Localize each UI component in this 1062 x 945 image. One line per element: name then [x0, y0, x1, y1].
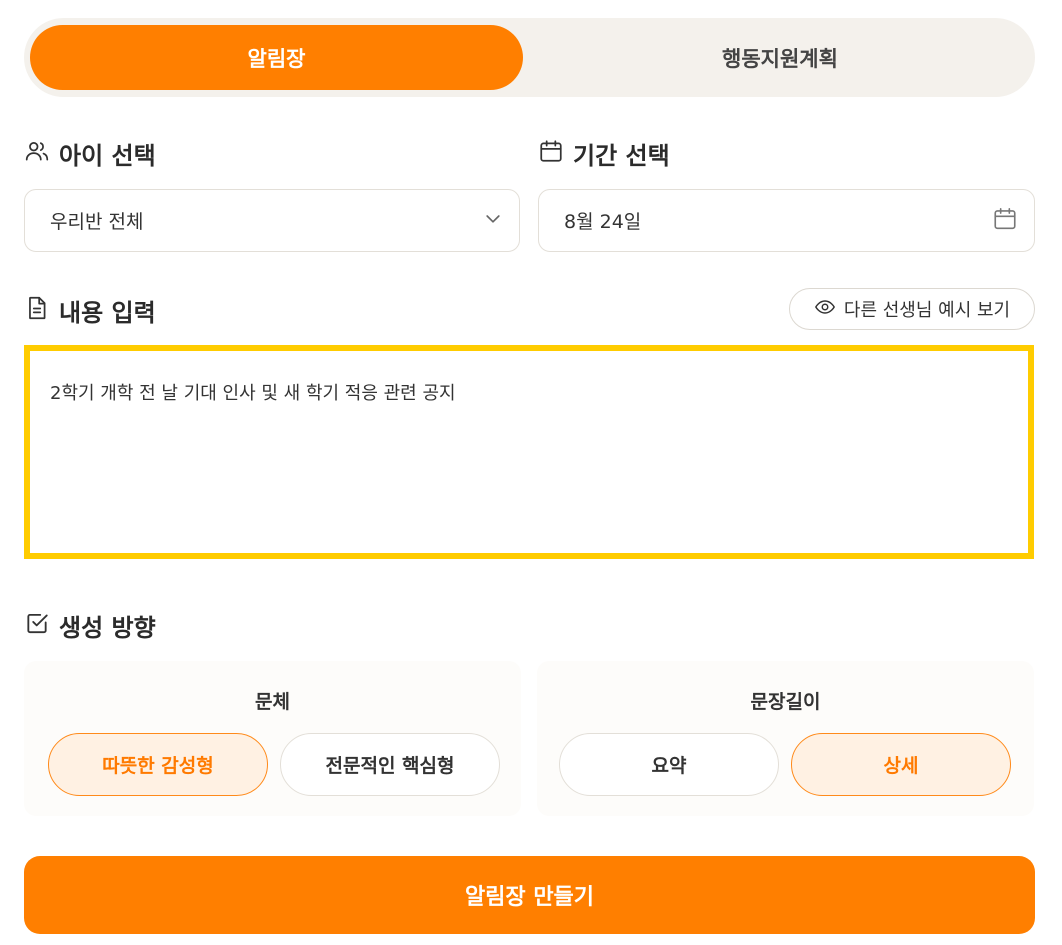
view-examples-label: 다른 선생님 예시 보기	[843, 300, 1011, 321]
users-icon	[24, 138, 50, 170]
mode-tabs: 알림장 행동지원계획	[24, 18, 1035, 97]
content-heading: 내용 입력	[24, 293, 156, 328]
chevron-down-icon	[483, 208, 503, 233]
length-option-summary[interactable]: 요약	[559, 733, 779, 796]
child-select-heading: 아이 선택	[24, 136, 156, 171]
document-icon	[24, 295, 50, 327]
period-select-title: 기간 선택	[573, 142, 670, 170]
child-select-dropdown[interactable]: 우리반 전체	[24, 189, 520, 252]
tab-behavior-plan[interactable]: 행동지원계획	[530, 25, 1030, 90]
checkbox-icon	[24, 610, 50, 642]
date-picker-icon[interactable]	[992, 205, 1018, 236]
content-textarea[interactable]: 2학기 개학 전 날 기대 인사 및 새 학기 적응 관련 공지	[24, 345, 1034, 559]
view-examples-button[interactable]: 다른 선생님 예시 보기	[789, 288, 1035, 330]
child-select-value: 우리반 전체	[50, 211, 144, 233]
notice-generator-page: 알림장 행동지원계획 아이 선택 우리반 전체 기간 선택 8월 24일 내용 …	[0, 0, 1062, 945]
period-date-field[interactable]: 8월 24일	[538, 189, 1035, 252]
create-notice-button[interactable]: 알림장 만들기	[24, 856, 1035, 934]
style-panel-title: 문체	[255, 691, 290, 713]
period-select-heading: 기간 선택	[538, 136, 670, 171]
length-option-detailed[interactable]: 상세	[791, 733, 1011, 796]
content-text: 2학기 개학 전 날 기대 인사 및 새 학기 적응 관련 공지	[50, 383, 456, 404]
calendar-icon	[538, 138, 564, 170]
style-option-warm[interactable]: 따뜻한 감성형	[48, 733, 268, 796]
generation-heading: 생성 방향	[24, 608, 156, 643]
length-panel: 문장길이 요약 상세	[537, 661, 1034, 816]
generation-title: 생성 방향	[59, 614, 156, 642]
eye-icon	[814, 296, 836, 323]
tab-notice[interactable]: 알림장	[30, 25, 523, 90]
content-title: 내용 입력	[59, 299, 156, 327]
length-panel-title: 문장길이	[750, 691, 821, 713]
period-date-value: 8월 24일	[564, 211, 642, 233]
child-select-title: 아이 선택	[59, 142, 156, 170]
style-panel: 문체 따뜻한 감성형 전문적인 핵심형	[24, 661, 521, 816]
style-option-professional[interactable]: 전문적인 핵심형	[280, 733, 500, 796]
